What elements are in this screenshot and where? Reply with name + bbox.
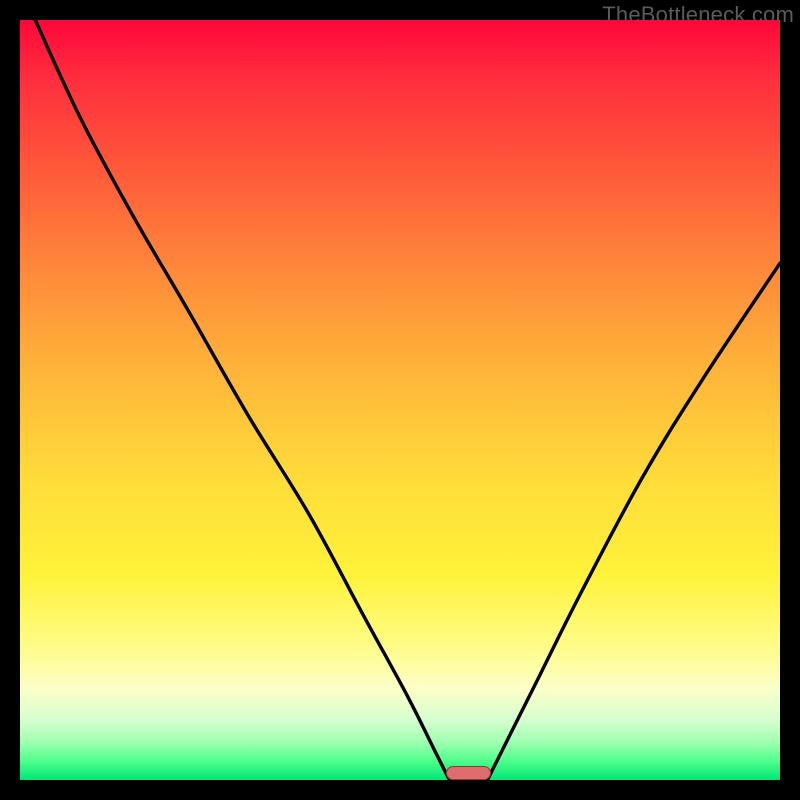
plot-area <box>20 20 780 780</box>
minimum-marker <box>446 766 492 780</box>
chart-frame: TheBottleneck.com <box>0 0 800 800</box>
curve-right-branch <box>487 263 780 780</box>
curve-svg <box>20 20 780 780</box>
curve-left-branch <box>35 20 449 780</box>
